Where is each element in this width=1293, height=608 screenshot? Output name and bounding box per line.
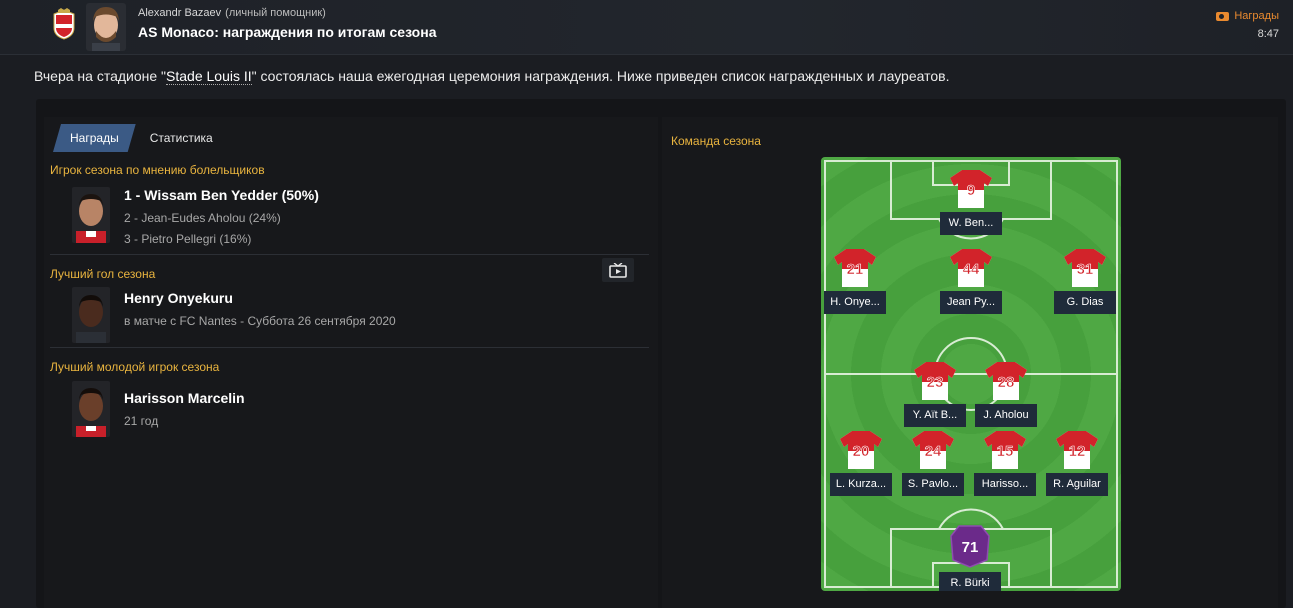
sender-role: (личный помощник)	[225, 7, 326, 19]
shirt-icon: 31	[1064, 249, 1106, 287]
message-subject: AS Monaco: награждения по итогам сезона	[138, 24, 437, 40]
player-name-label: G. Dias	[1054, 291, 1116, 314]
shirt-number: 21	[847, 261, 864, 278]
sender-avatar[interactable]	[86, 3, 126, 51]
sender-name[interactable]: Alexandr Bazaev	[138, 7, 221, 19]
divider	[50, 347, 649, 348]
shirt-icon: 15	[984, 431, 1026, 469]
tag-icon	[1216, 11, 1230, 21]
intro-before: Вчера на стадионе "	[34, 68, 167, 84]
shirt-icon: 9	[950, 170, 992, 208]
player-name-label: R. Bürki	[939, 572, 1001, 591]
tab-statistics[interactable]: Статистика	[136, 124, 227, 152]
player-name-label: H. Onye...	[824, 291, 886, 314]
team-of-season-panel: Команда сезона 9 W. Ben... 21 H. Onye...…	[662, 117, 1278, 608]
pitch: 9 W. Ben... 21 H. Onye... 44 Jean Py... …	[821, 157, 1121, 591]
player-name-label: R. Aguilar	[1046, 473, 1108, 496]
shirt-number: 9	[967, 182, 975, 199]
shirt-number: 20	[853, 443, 870, 460]
tab-awards[interactable]: Награды	[53, 124, 136, 152]
shirt-icon: 23	[914, 362, 956, 400]
young-player-winner[interactable]: Harisson Marcelin	[124, 390, 245, 406]
shirt-icon: 44	[950, 249, 992, 287]
gk-rating: 71	[962, 539, 979, 556]
player-am[interactable]: 44 Jean Py...	[940, 247, 1002, 314]
shirt-number: 31	[1077, 261, 1094, 278]
awards-list-panel: Награды Статистика Игрок сезона по мнени…	[44, 117, 658, 608]
fans-player-third[interactable]: 3 - Pietro Pellegri (16%)	[124, 232, 251, 246]
shirt-icon: 28	[985, 362, 1027, 400]
shirt-number: 12	[1069, 443, 1086, 460]
player-rw[interactable]: 31 G. Dias	[1054, 247, 1116, 314]
player-name-label: Harisso...	[974, 473, 1036, 496]
player-name-label: S. Pavlo...	[902, 473, 964, 496]
player-name-label: Jean Py...	[940, 291, 1002, 314]
fans-player-title: Игрок сезона по мнению болельщиков	[50, 163, 265, 177]
player-gk[interactable]: 71 R. Bürki	[939, 524, 1001, 591]
shirt-icon: 21	[834, 249, 876, 287]
player-rb[interactable]: 12 R. Aguilar	[1046, 429, 1108, 496]
shirt-icon: 12	[1056, 431, 1098, 469]
shirt-number: 23	[927, 374, 944, 391]
fans-player-second[interactable]: 2 - Jean-Eudes Aholou (24%)	[124, 211, 281, 225]
watch-goal-button[interactable]	[602, 258, 634, 282]
player-face-onyekuru[interactable]	[72, 287, 110, 343]
player-name-label: Y. Aït B...	[904, 404, 966, 427]
best-goal-detail: в матче с FC Nantes - Суббота 26 сентябр…	[124, 314, 396, 328]
shirt-number: 28	[998, 374, 1015, 391]
player-cm-right[interactable]: 28 J. Aholou	[975, 360, 1037, 427]
player-lb[interactable]: 20 L. Kurza...	[830, 429, 892, 496]
young-player-title: Лучший молодой игрок сезона	[50, 360, 220, 374]
message-time: 8:47	[1257, 28, 1279, 40]
shirt-icon: 20	[840, 431, 882, 469]
player-cm-left[interactable]: 23 Y. Aït B...	[904, 360, 966, 427]
awards-tag[interactable]: Награды	[1216, 10, 1279, 22]
shirt-number: 44	[963, 261, 980, 278]
player-cb-right[interactable]: 15 Harisso...	[974, 429, 1036, 496]
fans-player-winner[interactable]: 1 - Wissam Ben Yedder (50%)	[124, 187, 319, 203]
shirt-number: 24	[925, 443, 942, 460]
team-of-season-title: Команда сезона	[671, 134, 761, 148]
club-crest-icon[interactable]	[52, 8, 76, 40]
awards-panel: Награды Статистика Игрок сезона по мнени…	[36, 99, 1286, 608]
player-face-ben-yedder[interactable]	[72, 187, 110, 243]
message-header: Alexandr Bazaev (личный помощник) AS Mona…	[0, 0, 1293, 55]
player-lw[interactable]: 21 H. Onye...	[824, 247, 886, 314]
young-player-age: 21 год	[124, 414, 159, 428]
stadium-link[interactable]: Stade Louis II	[166, 68, 252, 85]
best-goal-title: Лучший гол сезона	[50, 267, 156, 281]
sender-line: Alexandr Bazaev (личный помощник)	[138, 7, 326, 19]
awards-tag-label: Награды	[1234, 10, 1279, 22]
player-name-label: W. Ben...	[940, 212, 1002, 235]
divider	[50, 254, 649, 255]
intro-after: " состоялась наша ежегодная церемония на…	[251, 68, 950, 84]
intro-text: Вчера на стадионе "Stade Louis II" состо…	[34, 68, 950, 85]
player-name-label: J. Aholou	[975, 404, 1037, 427]
goalkeeper-rating-icon: 71	[950, 525, 990, 568]
player-cb-left[interactable]: 24 S. Pavlo...	[902, 429, 964, 496]
tab-bar: Награды Статистика	[53, 124, 227, 152]
shirt-number: 15	[997, 443, 1014, 460]
shirt-icon: 24	[912, 431, 954, 469]
tv-icon	[609, 262, 627, 278]
player-face-marcelin[interactable]	[72, 381, 110, 437]
best-goal-winner[interactable]: Henry Onyekuru	[124, 290, 233, 306]
player-st[interactable]: 9 W. Ben...	[940, 168, 1002, 235]
player-name-label: L. Kurza...	[830, 473, 892, 496]
